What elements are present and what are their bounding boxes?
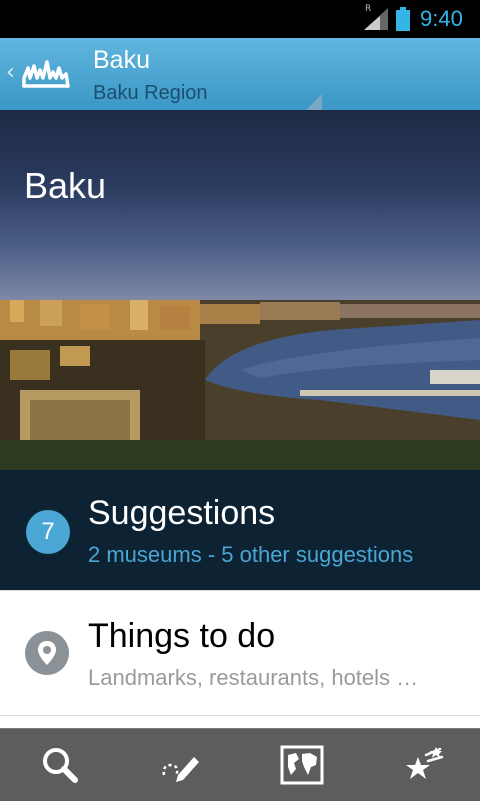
tab-favorites[interactable] <box>360 729 480 801</box>
world-map-icon <box>280 745 324 785</box>
up-navigation-button[interactable]: ‹ <box>0 38 80 110</box>
edit-route-icon <box>162 757 199 782</box>
things-to-do-subtitle: Landmarks, restaurants, hotels … <box>88 665 419 690</box>
things-to-do-title: Things to do <box>88 617 276 655</box>
back-chevron-icon: ‹ <box>6 60 15 85</box>
search-icon <box>43 748 78 783</box>
hero-image: Baku <box>0 110 480 470</box>
region-subtitle: Baku Region <box>93 82 208 104</box>
clock: 9:40 <box>420 6 463 31</box>
favorites-stars-icon <box>406 747 444 779</box>
suggestions-subtitle: 2 museums - 5 other suggestions <box>88 542 414 567</box>
city-panorama-image <box>0 300 480 470</box>
things-to-do-row[interactable]: Things to do Landmarks, restaurants, hot… <box>0 590 480 716</box>
suggestions-title: Suggestions <box>88 494 276 532</box>
page-title: Baku <box>93 46 150 74</box>
tab-route[interactable] <box>120 729 240 801</box>
battery-icon <box>396 7 410 31</box>
region-dropdown[interactable]: Baku Region <box>93 82 322 112</box>
hero-city-title: Baku <box>24 165 107 206</box>
suggestions-row[interactable]: 7 Suggestions 2 museums - 5 other sugges… <box>0 470 480 590</box>
signal-icon <box>364 8 388 30</box>
app-logo-icon <box>22 60 70 88</box>
tab-search[interactable] <box>0 729 120 801</box>
status-bar: R 9:40 <box>0 0 480 38</box>
bottom-navigation-bar <box>0 728 480 801</box>
map-pin-icon <box>25 631 69 675</box>
suggestions-count-badge: 7 <box>26 510 70 554</box>
action-bar: ‹ Baku Baku Region <box>0 38 480 112</box>
tab-map[interactable] <box>240 729 360 801</box>
